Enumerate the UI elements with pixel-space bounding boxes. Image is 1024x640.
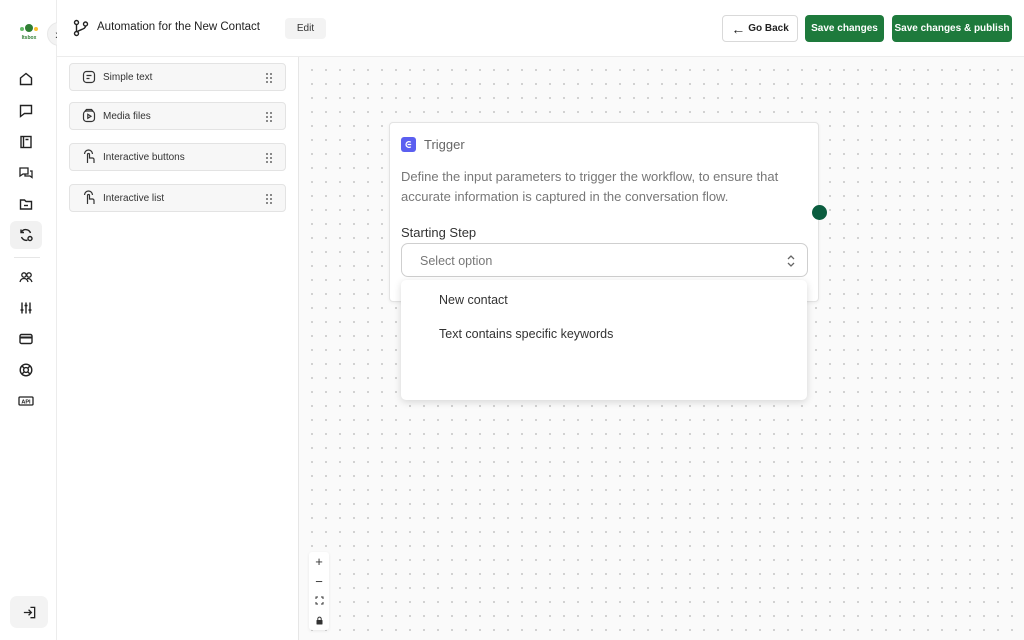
starting-step-dropdown: New contact Text contains specific keywo… [401, 280, 807, 400]
logout-button[interactable] [10, 596, 48, 628]
sidebar-item-automation[interactable] [10, 221, 42, 249]
go-back-label: Go Back [748, 23, 789, 34]
trigger-icon [401, 137, 416, 152]
drag-handle-icon[interactable] [266, 112, 273, 122]
folder-icon [19, 199, 33, 210]
go-back-button[interactable]: ← Go Back [722, 15, 798, 42]
brand-logo[interactable]: Itsbox [14, 24, 44, 44]
component-label: Simple text [103, 71, 153, 83]
page-title: Automation for the New Contact [97, 21, 260, 33]
component-label: Interactive list [103, 192, 165, 204]
canvas-zoom-controls: + − [309, 552, 329, 630]
chevron-up-down-icon [787, 255, 795, 267]
arrow-left-icon: ← [731, 20, 746, 37]
media-play-icon [82, 108, 96, 123]
text-message-icon [82, 70, 96, 84]
starting-step-select[interactable]: Select option [401, 243, 808, 277]
contacts-icon [19, 272, 33, 283]
conversations-icon [19, 167, 33, 179]
sidebar-item-billing[interactable] [10, 325, 42, 353]
sidebar-item-settings[interactable] [10, 294, 42, 322]
trigger-description: Define the input parameters to trigger t… [401, 169, 779, 204]
trigger-node-card[interactable]: Trigger Define the input parameters to t… [389, 122, 819, 302]
drag-handle-icon[interactable] [266, 73, 273, 83]
svg-text:API: API [21, 399, 31, 405]
pointer-icon [83, 190, 95, 204]
sidebar-item-home[interactable] [10, 65, 42, 93]
components-panel: Simple text Media files Interactive butt… [57, 57, 299, 640]
logo-mark-icon [20, 24, 38, 32]
trigger-title: Trigger [424, 137, 465, 152]
home-icon [19, 72, 33, 86]
settings-sliders-icon [20, 302, 32, 314]
sidebar-item-folder[interactable] [10, 190, 42, 218]
pointer-icon [83, 149, 95, 163]
sidebar-divider [14, 257, 40, 258]
logo-text: Itsbox [21, 35, 37, 41]
component-label: Interactive buttons [103, 151, 185, 163]
fit-view-button[interactable] [309, 591, 329, 611]
sidebar-item-book[interactable] [10, 128, 42, 156]
sidebar-item-chat[interactable] [10, 97, 42, 125]
automation-icon [20, 228, 33, 242]
sidebar-item-api[interactable]: API [10, 387, 42, 415]
save-changes-button[interactable]: Save changes [805, 15, 884, 42]
node-output-connector[interactable] [812, 205, 827, 220]
option-new-contact[interactable]: New contact [439, 293, 508, 307]
zoom-out-button[interactable]: − [309, 572, 329, 592]
sidebar: Itsbox API [0, 0, 57, 640]
component-media-files[interactable]: Media files [69, 102, 286, 130]
sidebar-item-support[interactable] [10, 356, 42, 384]
lock-icon [316, 616, 322, 625]
api-icon: API [18, 396, 34, 406]
edit-title-button[interactable]: Edit [285, 18, 326, 39]
component-label: Media files [103, 110, 151, 122]
chat-icon [19, 104, 33, 118]
workflow-branch-icon [73, 19, 89, 37]
logout-icon [23, 606, 35, 618]
fit-view-icon [315, 596, 323, 605]
component-simple-text[interactable]: Simple text [69, 63, 286, 91]
save-and-publish-button[interactable]: Save changes & publish [892, 15, 1012, 42]
top-header: Automation for the New Contact Edit ← Go… [57, 0, 1024, 57]
sidebar-item-conversations[interactable] [10, 159, 42, 187]
component-interactive-buttons[interactable]: Interactive buttons [69, 143, 286, 171]
drag-handle-icon[interactable] [266, 153, 273, 163]
option-text-contains-keywords[interactable]: Text contains specific keywords [439, 327, 613, 341]
starting-step-label: Starting Step [401, 225, 477, 240]
component-interactive-list[interactable]: Interactive list [69, 184, 286, 212]
book-icon [20, 135, 32, 149]
drag-handle-icon[interactable] [266, 194, 273, 204]
billing-card-icon [19, 333, 33, 345]
sidebar-item-contacts[interactable] [10, 263, 42, 291]
lock-canvas-button[interactable] [309, 611, 329, 631]
select-placeholder: Select option [420, 254, 493, 268]
support-icon [19, 363, 33, 377]
zoom-in-button[interactable]: + [309, 552, 329, 572]
